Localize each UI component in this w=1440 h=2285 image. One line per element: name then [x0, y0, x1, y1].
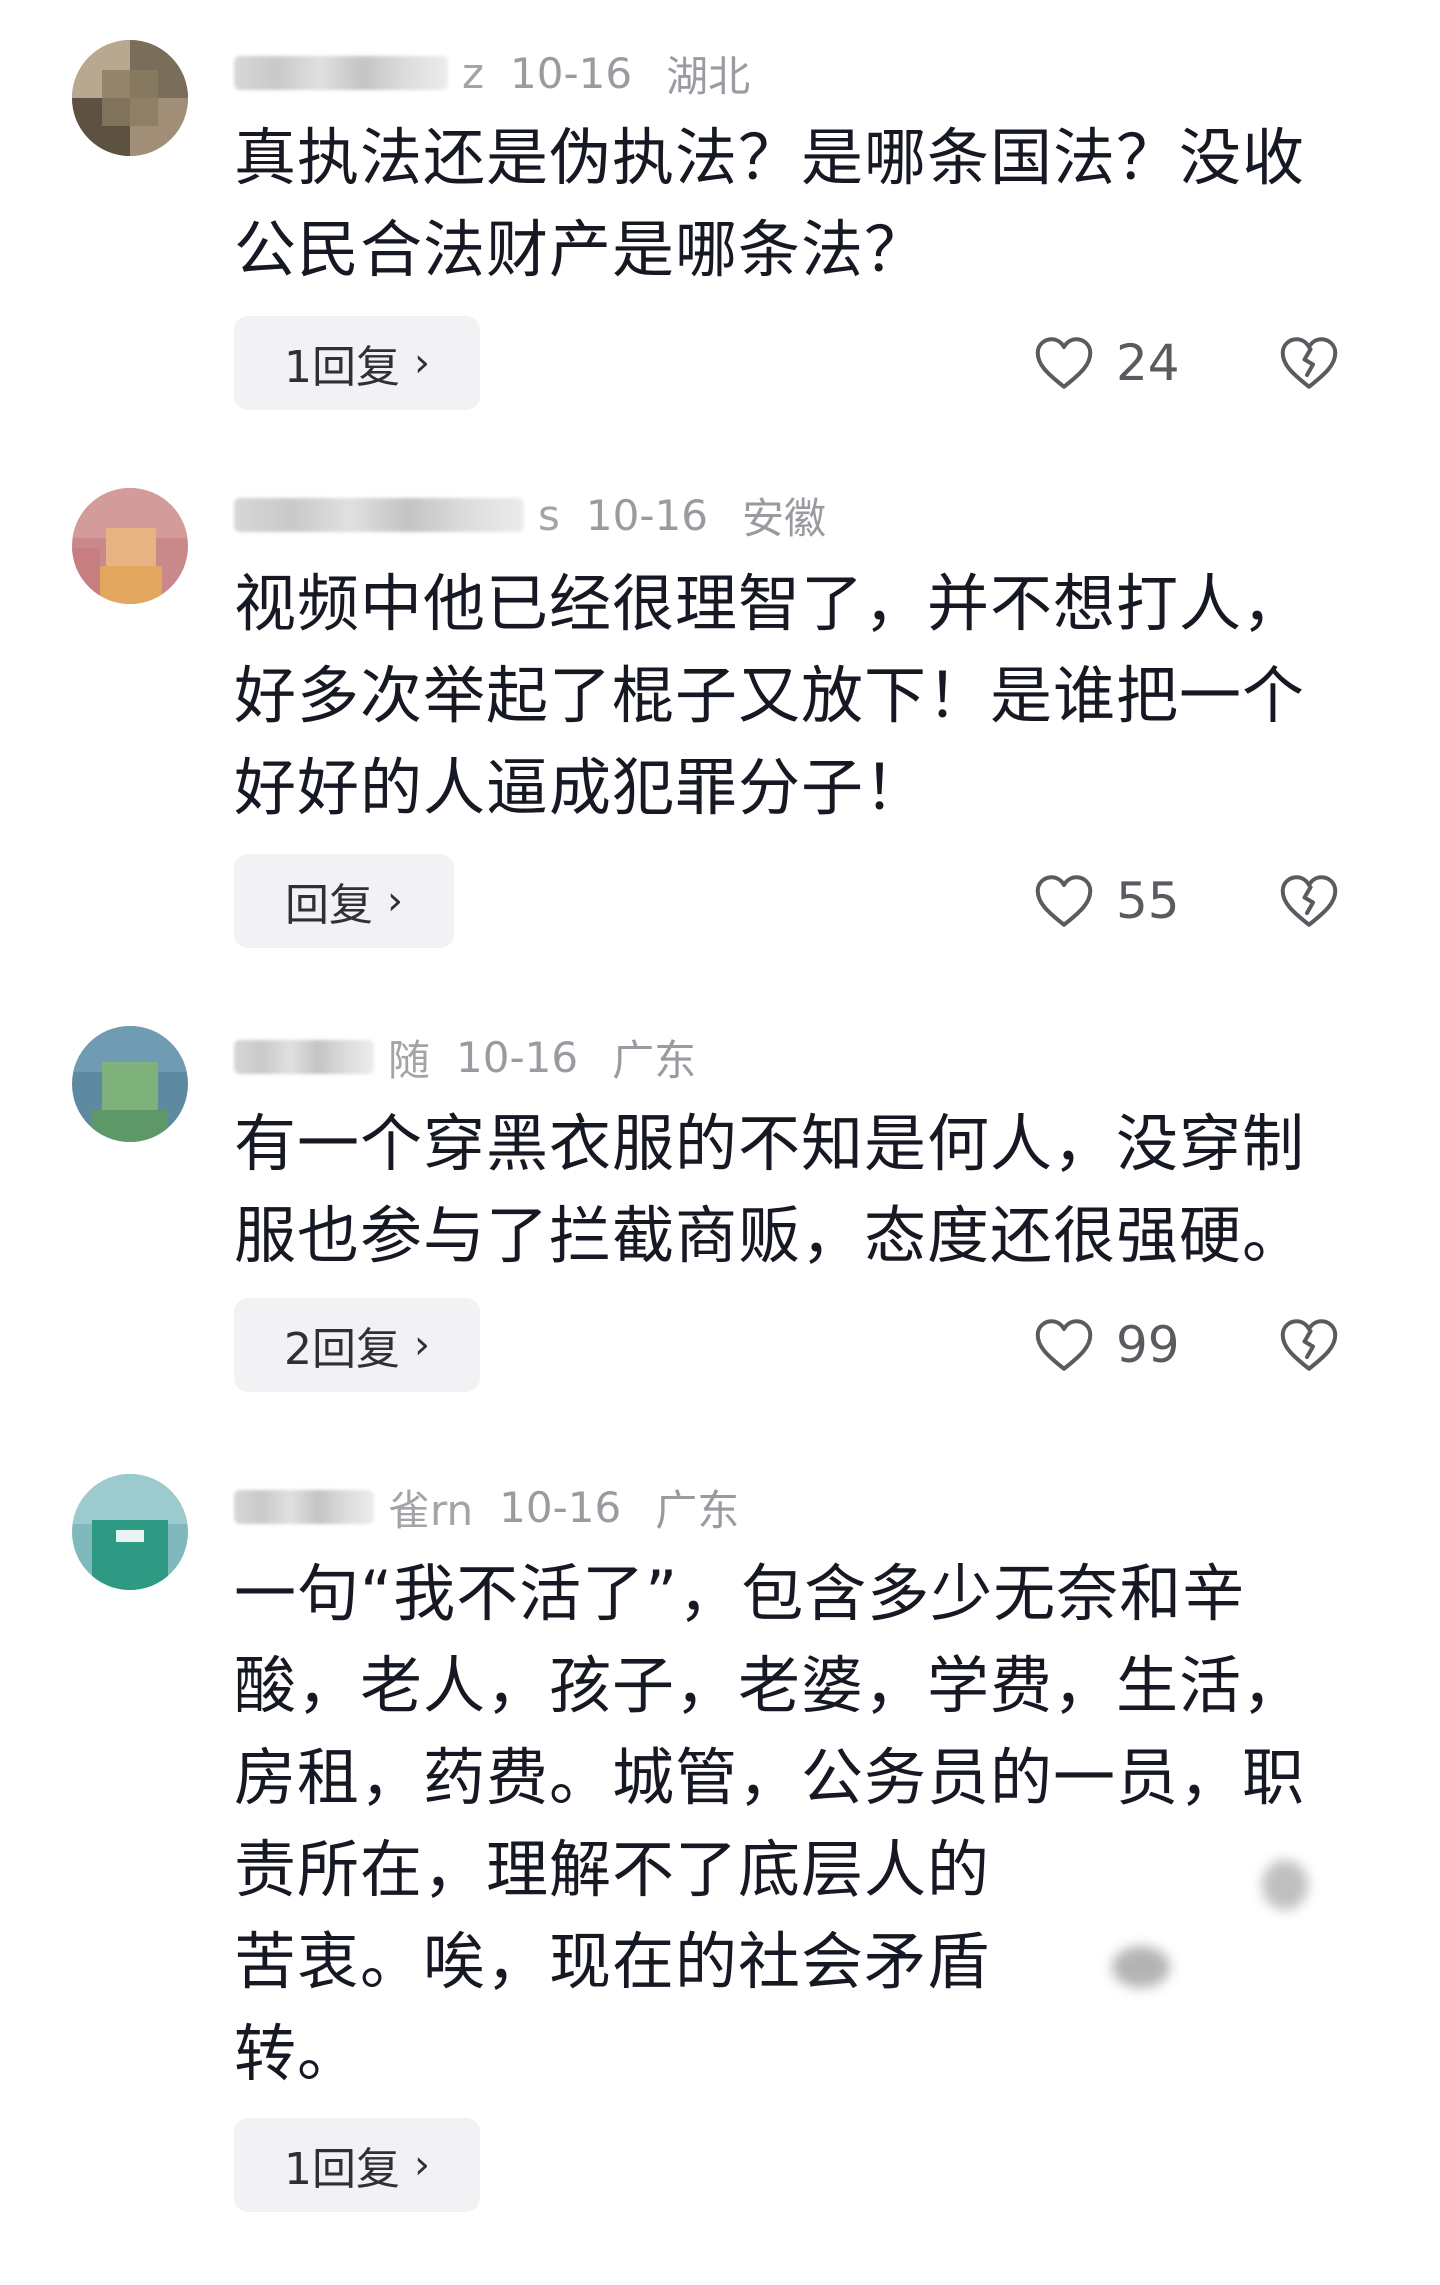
avatar[interactable] [72, 1026, 188, 1142]
chevron-right-icon: › [414, 340, 430, 386]
image-artifact [1262, 1860, 1308, 1910]
chevron-right-icon: › [387, 878, 403, 924]
avatar[interactable] [72, 1474, 188, 1590]
chevron-right-icon: › [414, 1322, 430, 1368]
dislike-button[interactable] [1277, 1298, 1341, 1392]
comment-text: 真执法还是伪执法？是哪条国法？没收 公民合法财产是哪条法？ [234, 121, 1306, 286]
comment-item: 随 10-16 广东 有一个穿黑衣服的不知是何人，没穿制 服也参与了拦截商贩，态… [0, 980, 1440, 1420]
reply-label: 1回复 [284, 342, 400, 393]
heart-outline-icon [1035, 1319, 1093, 1371]
reply-button[interactable]: 2回复 › [234, 1298, 480, 1392]
comment-text: 视频中他已经很理智了，并不想打人， 好多次举起了棍子又放下！是谁把一个 好好的人… [234, 567, 1306, 824]
username-tail[interactable]: 随 [388, 1027, 430, 1088]
avatar[interactable] [72, 40, 188, 156]
like-count: 24 [1116, 334, 1180, 392]
comment-text: 一句“我不活了”，包含多少无奈和辛 酸，老人，孩子，老婆，学费，生活， 房租，药… [234, 1557, 1306, 2090]
username-tail[interactable]: 雀rn [388, 1477, 473, 1538]
comment-date: 10-16 [456, 1032, 579, 1082]
username-redacted[interactable] [234, 1490, 374, 1524]
reply-label: 回复 [285, 880, 373, 931]
comment-item: z 10-16 湖北 真执法还是伪执法？是哪条国法？没收 公民合法财产是哪条法？… [0, 0, 1440, 430]
username-redacted[interactable] [234, 1040, 374, 1074]
comment-date: 10-16 [585, 490, 708, 540]
avatar[interactable] [72, 488, 188, 604]
dislike-button[interactable] [1277, 316, 1341, 410]
like-count: 55 [1116, 872, 1180, 930]
comment-text: 有一个穿黑衣服的不知是何人，没穿制 服也参与了拦截商贩，态度还很强硬。 [234, 1107, 1306, 1272]
like-count: 99 [1116, 1316, 1180, 1374]
like-button[interactable]: 99 [1034, 1298, 1180, 1392]
comment-region: 广东 [655, 1485, 740, 1535]
reply-button[interactable]: 1回复 › [234, 316, 480, 410]
reply-button[interactable]: 1回复 › [234, 2118, 480, 2212]
comment-item: 雀rn 10-16 广东 一句“我不活了”，包含多少无奈和辛 酸，老人，孩子，老… [0, 1430, 1440, 2285]
like-button[interactable]: 55 [1034, 854, 1180, 948]
heart-outline-icon [1035, 337, 1093, 389]
comment-item: s 10-16 安徽 视频中他已经很理智了，并不想打人， 好多次举起了棍子又放下… [0, 440, 1440, 960]
comment-region: 湖北 [666, 51, 751, 101]
heart-outline-icon [1035, 875, 1093, 927]
broken-heart-icon [1280, 1319, 1338, 1371]
comment-date: 10-16 [510, 48, 633, 98]
broken-heart-icon [1280, 875, 1338, 927]
image-artifact [1112, 1946, 1170, 1988]
chevron-right-icon: › [414, 2142, 430, 2188]
broken-heart-icon [1280, 337, 1338, 389]
reply-label: 1回复 [284, 2144, 400, 2195]
comment-region: 广东 [612, 1035, 697, 1085]
dislike-button[interactable] [1277, 854, 1341, 948]
username-redacted[interactable] [234, 56, 448, 90]
comment-date: 10-16 [499, 1482, 622, 1532]
username-tail[interactable]: s [538, 491, 560, 540]
comment-region: 安徽 [741, 493, 826, 543]
username-redacted[interactable] [234, 498, 524, 532]
reply-button[interactable]: 回复 › [234, 854, 454, 948]
like-button[interactable]: 24 [1034, 316, 1180, 410]
username-tail[interactable]: z [462, 49, 484, 98]
reply-label: 2回复 [284, 1324, 400, 1375]
